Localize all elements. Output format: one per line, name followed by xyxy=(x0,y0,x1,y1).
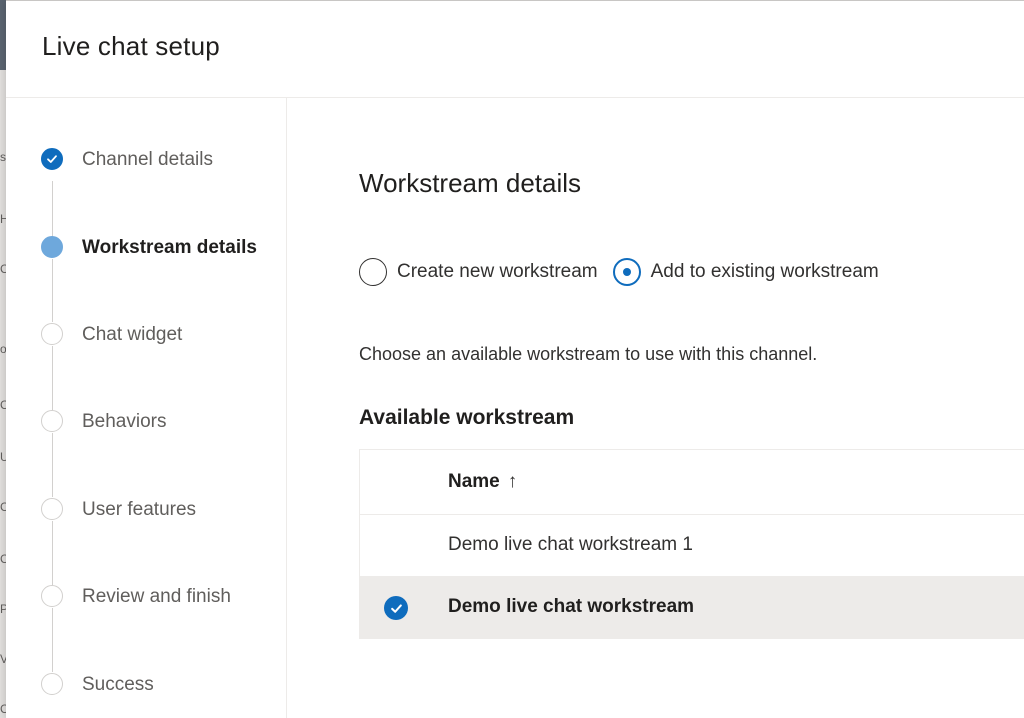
workstream-name-cell: Demo live chat workstream 1 xyxy=(448,534,693,555)
name-column-header[interactable]: Name ↑ xyxy=(448,471,517,493)
table-row[interactable]: Demo live chat workstream 1 xyxy=(360,515,1024,577)
pending-step-indicator xyxy=(41,410,63,432)
panel-header: Live chat setup xyxy=(6,1,1024,98)
create-new-workstream-radio[interactable]: Create new workstream xyxy=(359,258,598,286)
radio-label: Create new workstream xyxy=(397,261,598,282)
table-row-selected[interactable]: Demo live chat workstream xyxy=(360,577,1024,639)
step-connector xyxy=(52,181,53,237)
radio-label: Add to existing workstream xyxy=(650,261,879,282)
workstream-grid: Name ↑ Demo live chat workstream 1 Demo … xyxy=(359,449,1024,639)
step-connector xyxy=(52,608,53,672)
section-title: Workstream details xyxy=(359,168,582,198)
workstream-option-group: Create new workstream Add to existing wo… xyxy=(359,257,894,287)
pending-step-indicator xyxy=(41,673,63,695)
radio-checked-icon[interactable] xyxy=(612,258,641,286)
workstream-name-cell: Demo live chat workstream xyxy=(448,596,695,617)
radio-unchecked-icon[interactable] xyxy=(359,258,387,286)
active-step-indicator xyxy=(41,236,63,258)
step-label: Review and finish xyxy=(82,586,231,607)
step-label: Chat widget xyxy=(82,324,183,345)
step-navigation: Channel details Workstream details Chat … xyxy=(6,98,287,718)
column-label: Name xyxy=(448,471,500,492)
pending-step-indicator xyxy=(41,323,63,345)
step-label: Workstream details xyxy=(82,237,257,258)
step-content: Workstream details Create new workstream… xyxy=(288,98,1024,718)
step-connector xyxy=(52,259,53,322)
step-connector xyxy=(52,521,53,585)
step-label: Behaviors xyxy=(82,411,167,432)
panel-title: Live chat setup xyxy=(42,31,220,61)
pending-step-indicator xyxy=(41,498,63,520)
step-label: Channel details xyxy=(82,149,213,170)
step-label: User features xyxy=(82,499,197,520)
step-connector xyxy=(52,433,53,497)
check-circle-icon[interactable] xyxy=(384,596,408,620)
description-text: Choose an available workstream to use wi… xyxy=(359,344,818,364)
setup-panel: Live chat setup Channel details Workstre… xyxy=(6,0,1024,718)
checkmark-icon xyxy=(41,148,63,170)
grid-header: Name ↑ xyxy=(360,450,1024,515)
add-to-existing-workstream-radio[interactable]: Add to existing workstream xyxy=(612,258,879,286)
sort-ascending-icon: ↑ xyxy=(507,471,518,492)
step-connector xyxy=(52,346,53,410)
list-title: Available workstream xyxy=(359,406,575,429)
step-label: Success xyxy=(82,674,154,695)
pending-step-indicator xyxy=(41,585,63,607)
